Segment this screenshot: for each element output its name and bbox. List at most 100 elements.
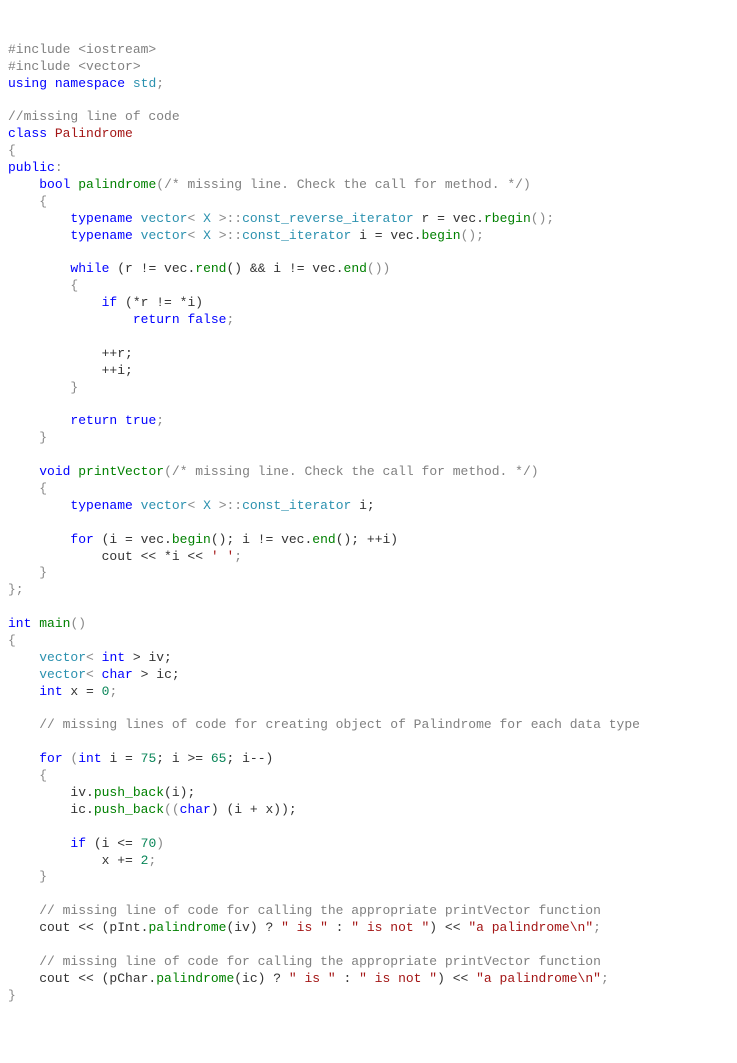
code-line: vector< char > ic; (8, 667, 180, 682)
code-token: " is not " (351, 920, 429, 935)
code-token: " is not " (359, 971, 437, 986)
code-line: cout << (pInt.palindrome(iv) ? " is " : … (8, 920, 601, 935)
code-token (8, 177, 39, 192)
code-token: : (328, 920, 351, 935)
code-token: (r != vec. (109, 261, 195, 276)
code-token: } (8, 380, 78, 395)
code-token: end (344, 261, 367, 276)
code-token: end (312, 532, 335, 547)
code-token: r = vec. (414, 211, 484, 226)
code-token: typename (70, 228, 132, 243)
code-token: main (39, 616, 70, 631)
code-token: ; (156, 76, 164, 91)
code-token: ; (148, 853, 156, 868)
code-token: typename (70, 498, 132, 513)
code-token: 75 (141, 751, 157, 766)
code-token: palindrome (148, 920, 226, 935)
code-token (8, 667, 39, 682)
code-token: palindrome (156, 971, 234, 986)
code-token: ) (523, 177, 531, 192)
code-token: //missing line of code (8, 109, 180, 124)
code-token: push_back (94, 785, 164, 800)
code-token (47, 76, 55, 91)
code-token (8, 228, 70, 243)
code-token: (i); (164, 785, 195, 800)
code-line: cout << *i << ' '; (8, 549, 242, 564)
code-line: bool palindrome(/* missing line. Check t… (8, 177, 531, 192)
code-line: return false; (8, 312, 234, 327)
code-token: 65 (211, 751, 227, 766)
code-token: #include <vector> (8, 59, 141, 74)
code-token: for (39, 751, 62, 766)
code-token: vector (141, 498, 188, 513)
code-token: while (70, 261, 109, 276)
code-line: { (8, 633, 16, 648)
code-token: #include <iostream> (8, 42, 156, 57)
code-token: ( (156, 177, 164, 192)
code-token: ' ' (211, 549, 234, 564)
code-token: true (125, 413, 156, 428)
code-token: bool (39, 177, 70, 192)
code-token (133, 498, 141, 513)
code-token: { (8, 481, 47, 496)
code-line: } (8, 565, 47, 580)
code-line: if (*r != *i) (8, 295, 203, 310)
code-token: ++i; (8, 363, 133, 378)
code-token: typename (70, 211, 132, 226)
code-token: " is " (289, 971, 336, 986)
code-line: { (8, 481, 47, 496)
code-token: ; (226, 312, 234, 327)
code-token (8, 498, 70, 513)
code-token: > iv; (125, 650, 172, 665)
code-line: if (i <= 70) (8, 836, 164, 851)
code-token: int (78, 751, 101, 766)
code-token: i = vec. (351, 228, 421, 243)
code-token: ; (109, 684, 117, 699)
code-token: ; i--) (226, 751, 273, 766)
code-token (8, 464, 39, 479)
code-token: : (55, 160, 63, 175)
code-line: typename vector< X >::const_reverse_iter… (8, 211, 554, 226)
code-token: "a palindrome\n" (476, 971, 601, 986)
code-token: ic. (8, 802, 94, 817)
code-token: ( (164, 464, 172, 479)
code-token: 2 (141, 853, 149, 868)
code-token: if (102, 295, 118, 310)
code-token: (( (164, 802, 180, 817)
code-token: ++r; (8, 346, 133, 361)
code-token: ) << (437, 971, 476, 986)
code-line: typename vector< X >::const_iterator i; (8, 498, 375, 513)
code-token (8, 836, 70, 851)
code-token: int (102, 650, 125, 665)
code-line: typename vector< X >::const_iterator i =… (8, 228, 484, 243)
code-token: () (70, 616, 86, 631)
code-line: x += 2; (8, 853, 156, 868)
code-line: } (8, 430, 47, 445)
code-token: >:: (211, 228, 242, 243)
code-token (133, 211, 141, 226)
code-line: for (int i = 75; i >= 65; i--) (8, 751, 273, 766)
code-token: false (187, 312, 226, 327)
code-line: cout << (pChar.palindrome(ic) ? " is " :… (8, 971, 609, 986)
code-token: { (8, 143, 16, 158)
code-token (47, 126, 55, 141)
code-line: // missing line of code for calling the … (8, 954, 601, 969)
code-token: char (180, 802, 211, 817)
code-line: }; (8, 582, 24, 597)
code-line: ++i; (8, 363, 133, 378)
code-token: " is " (281, 920, 328, 935)
code-token: ; (601, 971, 609, 986)
code-token: (); (531, 211, 554, 226)
code-line: void printVector(/* missing line. Check … (8, 464, 539, 479)
code-token: } (8, 869, 47, 884)
code-token: namespace (55, 76, 125, 91)
code-token: > ic; (133, 667, 180, 682)
code-token: if (70, 836, 86, 851)
code-token: { (8, 633, 16, 648)
code-token: i; (351, 498, 374, 513)
code-token: const_iterator (242, 228, 351, 243)
code-token: (i <= (86, 836, 141, 851)
code-line: { (8, 143, 16, 158)
code-line: return true; (8, 413, 164, 428)
code-block: #include <iostream> #include <vector> us… (8, 42, 729, 1005)
